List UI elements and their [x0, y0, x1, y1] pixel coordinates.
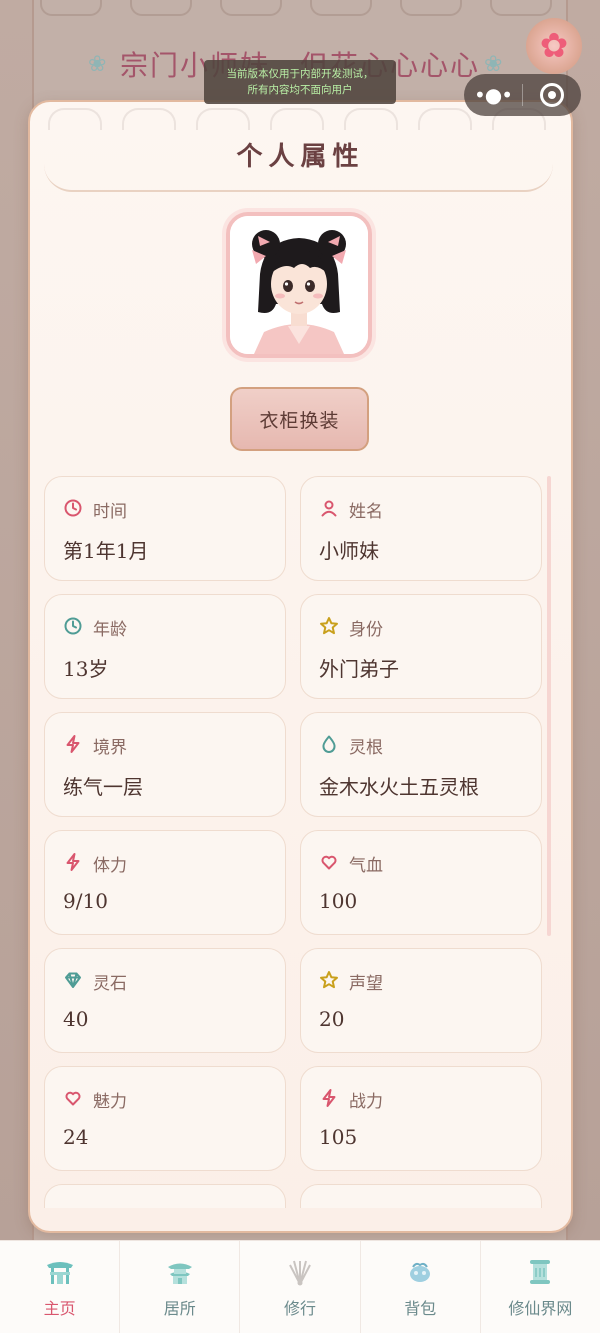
attribute-value: 24 [63, 1125, 89, 1149]
cloud-decoration [220, 0, 282, 16]
attribute-card-charm: 魅力 24 [44, 1066, 286, 1171]
attribute-value: 外门弟子 [319, 657, 399, 681]
user-icon [319, 498, 339, 518]
dev-notice-toast: 当前版本仅用于内部开发测试， 所有内容均不面向用户 [204, 60, 396, 104]
dev-notice-line: 当前版本仅用于内部开发测试， [226, 68, 374, 80]
wardrobe-button[interactable]: 衣柜换装 [230, 387, 369, 451]
tab-scroll[interactable]: 修仙界网 [481, 1241, 600, 1333]
lightning-icon [63, 852, 83, 872]
bottom-tab-bar: 主页 居所 修行 背包 修仙界网 [0, 1240, 600, 1333]
attribute-label: 灵根 [349, 738, 383, 758]
attribute-label: 境界 [93, 738, 127, 758]
cloud-decoration [400, 0, 462, 16]
cloud-decoration [310, 0, 372, 16]
clock-icon [63, 498, 83, 518]
attribute-label: 灵石 [93, 974, 127, 994]
cloud-decoration [490, 0, 552, 16]
lightning-icon [319, 1088, 339, 1108]
sword-icon [284, 1257, 316, 1287]
attribute-value: 13岁 [63, 657, 109, 681]
attribute-card-identity: 身份外门弟子 [300, 594, 542, 699]
attribute-value: 20 [319, 1007, 345, 1031]
pouch-icon [404, 1257, 436, 1287]
attribute-label: 姓名 [349, 502, 383, 522]
attribute-card-name: 姓名小师妹 [300, 476, 542, 581]
attribute-card-time: 时间第1年1月 [44, 476, 286, 581]
attribute-value: 40 [63, 1007, 89, 1031]
cloud-decoration [40, 0, 102, 16]
gate-icon [44, 1257, 76, 1287]
panel-title: 个人属性 [236, 142, 365, 172]
pavilion-icon [164, 1257, 196, 1287]
attribute-value: 9/10 [63, 889, 108, 913]
attribute-card-hp: 气血 100 [300, 830, 542, 935]
attribute-value: 100 [319, 889, 358, 913]
attribute-label: 战力 [349, 1092, 383, 1112]
tab-label: 背包 [404, 1299, 437, 1318]
attribute-card-spirit-root: 灵根金木水火土五灵根 [300, 712, 542, 817]
cloud-decoration [130, 0, 192, 16]
profile-panel: 个人属性 衣柜换装 时间 第1年1月 姓名 小师妹 年龄 13岁 身份 外门弟子… [28, 100, 573, 1233]
scrollbar[interactable] [547, 476, 551, 936]
attribute-grid: 时间 第1年1月 姓名 小师妹 年龄 13岁 身份 外门弟子 境界 练气一层 灵根 金木水火土五灵根体… [44, 476, 542, 1208]
attribute-value: 105 [319, 1125, 358, 1149]
tab-gate[interactable]: 主页 [0, 1241, 121, 1333]
attribute-card-age: 年龄 13岁 [44, 594, 286, 699]
clock-icon [63, 616, 83, 636]
background-cloud-row [40, 0, 560, 20]
more-dots-icon[interactable]: •●• [464, 83, 522, 107]
attribute-card-combat: 战力 105 [300, 1066, 542, 1171]
lightning-icon [63, 734, 83, 754]
tab-label: 修行 [284, 1299, 317, 1318]
attribute-label: 气血 [349, 856, 383, 876]
heart-icon [319, 852, 339, 872]
attribute-card-partial [300, 1184, 542, 1208]
star-icon [319, 616, 339, 636]
attribute-label: 魅力 [93, 1092, 127, 1112]
avatar [226, 212, 372, 358]
attribute-value: 练气一层 [63, 775, 143, 799]
tab-label: 主页 [43, 1299, 76, 1318]
attribute-label: 声望 [349, 974, 383, 994]
target-icon [540, 83, 564, 107]
attribute-value: 金木水火土五灵根 [319, 775, 479, 799]
attribute-value: 第1年1月 [63, 539, 149, 563]
tab-pavilion[interactable]: 居所 [120, 1241, 241, 1333]
heart-icon [63, 1088, 83, 1108]
attribute-label: 时间 [93, 502, 127, 522]
attribute-label: 年龄 [93, 620, 127, 640]
attribute-card-realm: 境界练气一层 [44, 712, 286, 817]
character-portrait [230, 216, 368, 354]
attribute-card-spirit-stones: 灵石 40 [44, 948, 286, 1053]
tab-label: 修仙界网 [508, 1299, 573, 1318]
droplet-icon [319, 734, 339, 754]
tab-sword[interactable]: 修行 [240, 1241, 361, 1333]
tab-label: 居所 [163, 1299, 196, 1318]
attribute-card-reputation: 声望 20 [300, 948, 542, 1053]
attribute-label: 身份 [349, 620, 383, 640]
mini-program-capsule: •●• [464, 74, 581, 116]
flower-badge-icon[interactable]: ✿ [526, 18, 582, 74]
scroll-icon [524, 1257, 556, 1287]
attribute-label: 体力 [93, 856, 127, 876]
star-icon [319, 970, 339, 990]
attribute-value: 小师妹 [319, 539, 379, 563]
gem-icon [63, 970, 83, 990]
close-button[interactable] [523, 83, 581, 107]
dev-notice-line: 所有内容均不面向用户 [247, 84, 353, 96]
attribute-card-stamina: 体力 9/10 [44, 830, 286, 935]
attribute-card-partial [44, 1184, 286, 1208]
tab-pouch[interactable]: 背包 [361, 1241, 481, 1333]
